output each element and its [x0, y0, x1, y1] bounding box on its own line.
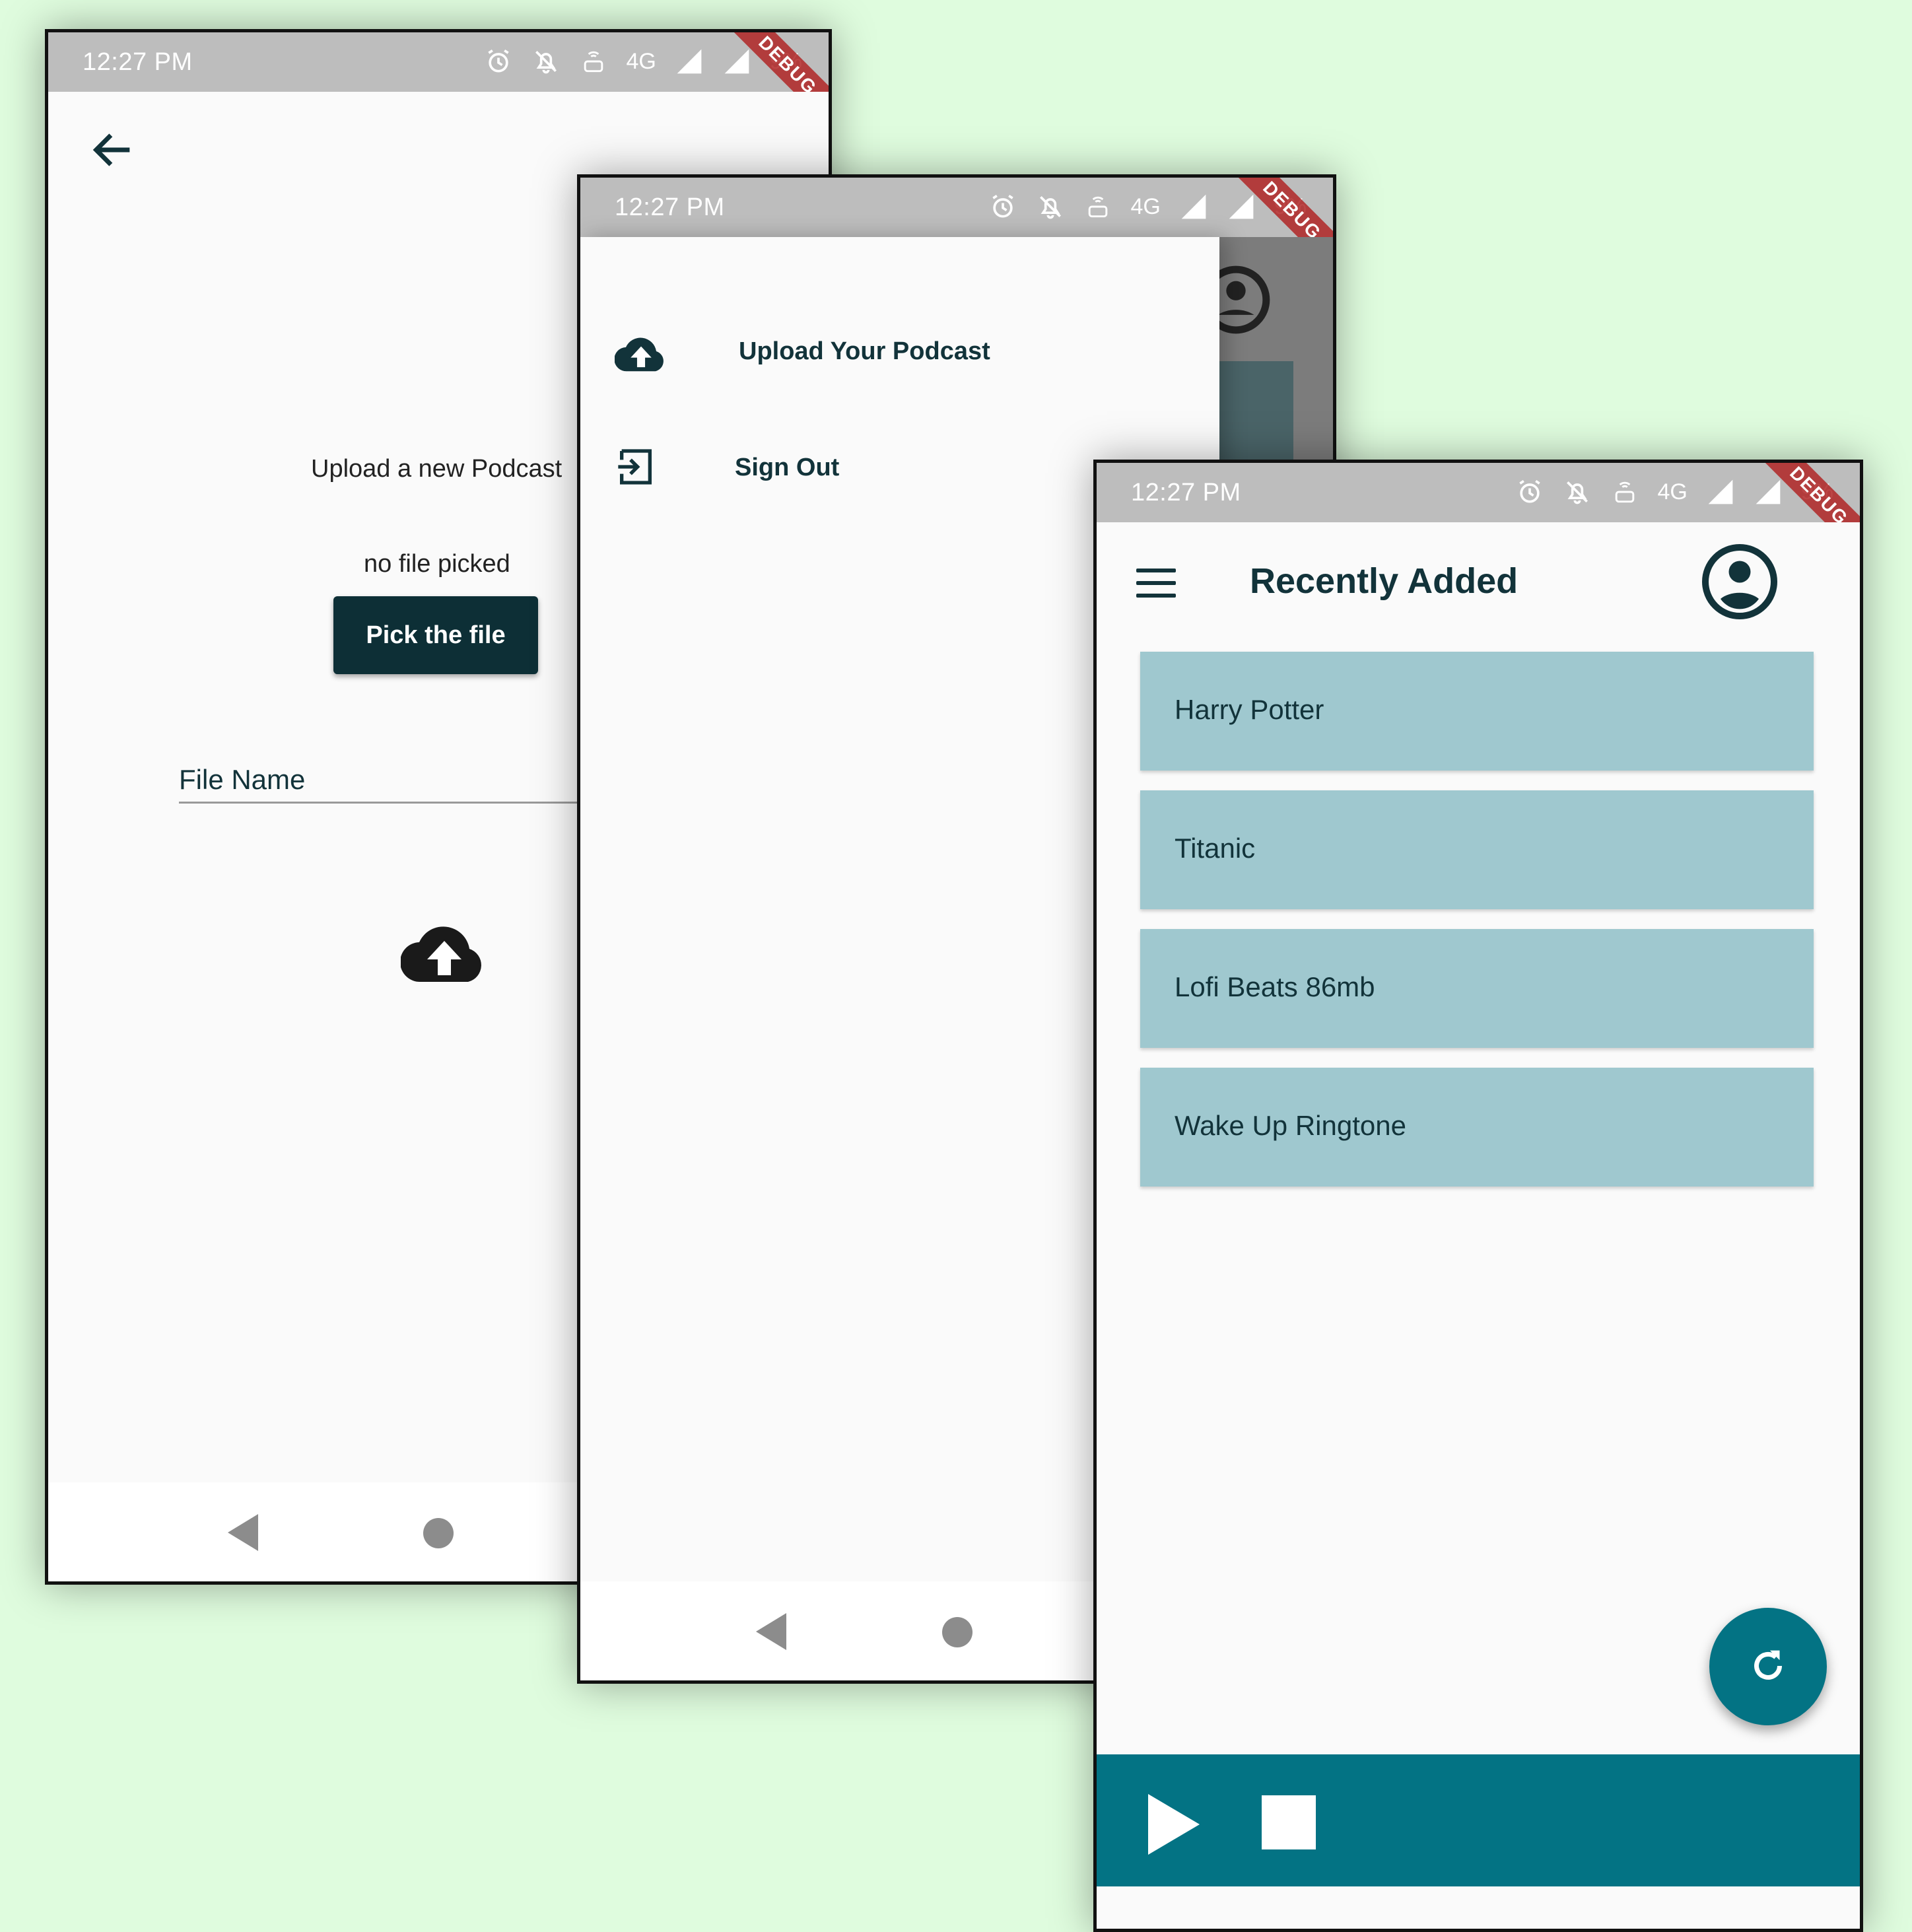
status-time: 12:27 PM: [1131, 479, 1241, 506]
list-item[interactable]: Titanic: [1140, 790, 1814, 909]
page-title: Recently Added: [1250, 561, 1519, 601]
upload-title: Upload a new Podcast: [311, 455, 563, 483]
status-bar: 12:27 PM 4G 9% DEBUG: [1097, 463, 1860, 567]
alarm-icon: [992, 194, 1013, 218]
player-bar: [1097, 1754, 1860, 1886]
no-file-text: no file picked: [364, 550, 510, 578]
volte-icon: [584, 51, 603, 73]
refresh-button[interactable]: [1709, 1608, 1827, 1725]
stop-icon[interactable]: [1262, 1795, 1316, 1849]
refresh-icon: [1754, 1650, 1782, 1680]
nav-home-icon[interactable]: [942, 1617, 973, 1647]
pick-file-button[interactable]: Pick the file: [333, 596, 538, 674]
notifications-off-icon: [535, 51, 557, 74]
signal-icon: [724, 49, 749, 74]
nav-back-icon[interactable]: [228, 1514, 258, 1551]
signal-icon: [1708, 479, 1733, 504]
file-name-input[interactable]: [179, 802, 641, 804]
drawer-item-label: Upload Your Podcast: [739, 337, 990, 365]
back-arrow-icon[interactable]: [88, 125, 138, 175]
menu-icon[interactable]: [1136, 569, 1176, 598]
exit-icon: [618, 449, 652, 485]
drawer-item-label: Sign Out: [735, 454, 840, 481]
notifications-off-icon: [1039, 196, 1061, 219]
play-icon[interactable]: [1148, 1794, 1200, 1855]
drawer-item-upload[interactable]: Upload Your Podcast: [580, 311, 1219, 390]
status-bar: 12:27 PM 4G 9% DEBUG: [580, 178, 1333, 282]
signal-icon: [1181, 194, 1206, 219]
network-type: 4G: [1130, 193, 1161, 219]
list-item[interactable]: Wake Up Ringtone: [1140, 1068, 1814, 1187]
network-type: 4G: [626, 48, 656, 74]
network-type: 4G: [1657, 479, 1688, 504]
list-item[interactable]: Lofi Beats 86mb: [1140, 929, 1814, 1048]
file-name-label: File Name: [179, 764, 306, 795]
signal-icon: [677, 49, 702, 74]
alarm-icon: [487, 49, 509, 73]
nav-home-icon[interactable]: [423, 1518, 454, 1548]
list-item-label: Harry Potter: [1175, 694, 1324, 725]
cloud-upload-icon: [615, 337, 664, 372]
notifications-off-icon: [1566, 481, 1588, 504]
status-time: 12:27 PM: [83, 48, 193, 76]
signal-icon: [1229, 194, 1254, 219]
list-item-label: Titanic: [1175, 833, 1256, 864]
list-item-label: Lofi Beats 86mb: [1175, 971, 1375, 1002]
account-circle-icon[interactable]: [1700, 542, 1779, 621]
nav-back-icon[interactable]: [756, 1613, 786, 1650]
list-item-shadow: [1219, 361, 1293, 467]
alarm-icon: [1519, 479, 1540, 503]
list-item[interactable]: Harry Potter: [1140, 652, 1814, 771]
volte-icon: [1615, 481, 1634, 503]
home-screen-phone: 12:27 PM 4G 9% DEBUG Recently Added Harr…: [1093, 460, 1863, 1932]
volte-icon: [1088, 196, 1107, 218]
list-item-label: Wake Up Ringtone: [1175, 1110, 1406, 1141]
cloud-upload-icon[interactable]: [401, 922, 488, 988]
status-bar: 12:27 PM 4G 9% DEBUG: [48, 32, 829, 137]
status-time: 12:27 PM: [615, 193, 725, 221]
signal-icon: [1756, 479, 1781, 504]
